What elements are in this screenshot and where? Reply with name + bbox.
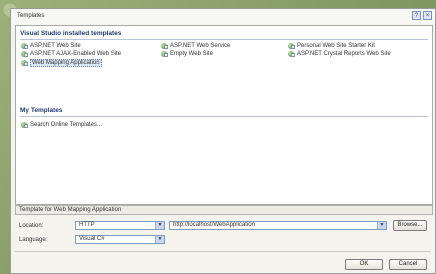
- crystal-reports-icon: [288, 51, 295, 57]
- template-description: Template for Web Mapping Application: [15, 205, 433, 215]
- ok-button[interactable]: OK: [345, 259, 383, 270]
- dialog-title: Templates: [17, 13, 45, 19]
- section-divider: [20, 116, 428, 117]
- ajax-site-icon: [21, 51, 28, 57]
- template-label: ASP.NET Web Service: [170, 43, 231, 49]
- location-path-value: http://localhost/WebApplication: [173, 222, 255, 228]
- location-path-input[interactable]: http://localhost/WebApplication ▼: [169, 221, 387, 230]
- web-site-icon: [21, 43, 28, 49]
- chevron-down-icon[interactable]: ▼: [377, 222, 386, 229]
- location-type-value: HTTP: [79, 222, 95, 228]
- chevron-down-icon[interactable]: ▼: [155, 222, 164, 229]
- location-type-select[interactable]: HTTP ▼: [75, 221, 165, 230]
- web-mapping-icon: [21, 60, 28, 66]
- template-item-personal-starter-kit[interactable]: Personal Web Site Starter Kit: [288, 43, 375, 49]
- empty-site-icon: [161, 51, 168, 57]
- language-select[interactable]: Visual C# ▼: [75, 235, 165, 244]
- close-icon[interactable]: ×: [423, 11, 432, 20]
- dialog-titlebar: Templates ? ×: [11, 9, 435, 24]
- help-icon[interactable]: ?: [412, 11, 421, 20]
- template-item-asp-net-web-site[interactable]: ASP.NET Web Site: [21, 43, 81, 49]
- template-label: ASP.NET Crystal Reports Web Site: [297, 51, 391, 57]
- template-label: ASP.NET AJAX-Enabled Web Site: [30, 51, 122, 57]
- cancel-button[interactable]: Cancel: [389, 259, 427, 270]
- templates-list[interactable]: Visual Studio installed templates ASP.NE…: [15, 25, 433, 205]
- template-item-web-mapping-application[interactable]: Web Mapping Application: [21, 59, 102, 67]
- template-label: Empty Web Site: [170, 51, 213, 57]
- template-label: Web Mapping Application: [30, 59, 102, 67]
- chevron-down-icon[interactable]: ▼: [155, 236, 164, 243]
- template-label: Personal Web Site Starter Kit: [297, 43, 375, 49]
- template-item-crystal-reports[interactable]: ASP.NET Crystal Reports Web Site: [288, 51, 391, 57]
- template-item-ajax-web-site[interactable]: ASP.NET AJAX-Enabled Web Site: [21, 51, 121, 57]
- footer-divider: [15, 251, 431, 252]
- installed-templates-header: Visual Studio installed templates: [20, 30, 122, 37]
- starter-kit-icon: [288, 43, 295, 49]
- language-label: Language:: [19, 237, 48, 243]
- titlebar-buttons: ? ×: [412, 11, 432, 20]
- section-divider: [20, 39, 428, 40]
- template-item-empty-web-site[interactable]: Empty Web Site: [161, 51, 213, 57]
- my-templates-header: My Templates: [20, 107, 63, 114]
- search-online-icon: [21, 122, 28, 128]
- template-label: Search Online Templates...: [30, 122, 102, 128]
- new-web-site-dialog: Templates ? × Visual Studio installed te…: [10, 8, 436, 274]
- web-service-icon: [161, 43, 168, 49]
- template-item-search-online[interactable]: Search Online Templates...: [21, 122, 102, 128]
- language-value: Visual C#: [79, 236, 105, 242]
- template-item-asp-net-web-service[interactable]: ASP.NET Web Service: [161, 43, 230, 49]
- location-label: Location:: [19, 223, 44, 229]
- template-label: ASP.NET Web Site: [30, 43, 81, 49]
- browse-button[interactable]: Browse...: [393, 220, 427, 231]
